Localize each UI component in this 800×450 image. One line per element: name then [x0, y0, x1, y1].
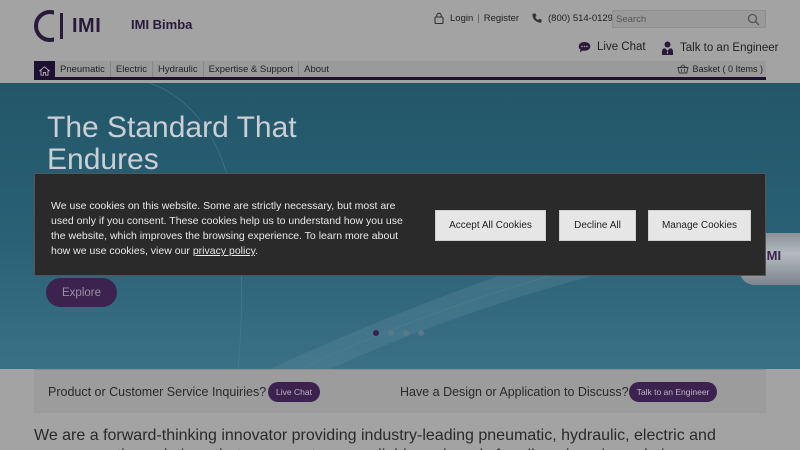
nav-item-expertise-support[interactable]: Expertise & Support [204, 61, 300, 77]
engineer-icon [662, 41, 673, 55]
carousel-dot-2[interactable] [388, 330, 394, 336]
inquiries-band: Product or Customer Service Inquiries? L… [34, 369, 766, 413]
nav-item-pneumatic[interactable]: Pneumatic [55, 61, 111, 77]
engineer-label: Talk to an Engineer [680, 42, 779, 54]
search-box [612, 10, 766, 28]
divider: | [477, 12, 480, 24]
carousel-dot-4[interactable] [418, 330, 424, 336]
nav-item-hydraulic[interactable]: Hydraulic [153, 61, 204, 77]
cookie-message: We use cookies on this website. Some are… [51, 199, 403, 259]
chat-icon [578, 42, 591, 53]
talk-to-engineer-button[interactable]: Talk to an Engineer [629, 382, 717, 402]
nav-item-about[interactable]: About [299, 61, 334, 77]
product-inquiries-text: Product or Customer Service Inquiries? [48, 385, 267, 399]
account-links: Login | Register [433, 12, 519, 24]
live-chat-label: Live Chat [597, 41, 646, 53]
carousel-dot-1[interactable] [373, 330, 379, 336]
search-input[interactable] [613, 13, 743, 25]
cookie-message-end: . [255, 245, 258, 257]
phone-link[interactable]: (800) 514-0129 [531, 12, 613, 24]
talk-to-engineer-link[interactable]: Talk to an Engineer [661, 41, 778, 55]
nav-item-electric[interactable]: Electric [111, 61, 154, 77]
privacy-policy-link[interactable]: privacy policy [193, 245, 255, 257]
design-discuss-text: Have a Design or Application to Discuss? [400, 385, 629, 399]
hero-title: The Standard That Endures [47, 111, 297, 176]
phone-icon [532, 13, 542, 23]
register-link[interactable]: Register [484, 13, 519, 24]
phone-number: (800) 514-0129 [548, 12, 613, 24]
brand-name: IMI Bimba [131, 17, 193, 32]
decline-all-button[interactable]: Decline All [559, 210, 636, 241]
cookie-banner: We use cookies on this website. Some are… [34, 173, 766, 276]
basket-link[interactable]: Basket ( 0 Items ) [677, 61, 766, 77]
home-button[interactable] [34, 61, 55, 80]
main-nav: Pneumatic Electric Hydraulic Expertise &… [34, 61, 766, 80]
home-icon [39, 65, 50, 76]
lock-icon [434, 12, 444, 24]
carousel-dots [373, 330, 424, 336]
manage-cookies-button[interactable]: Manage Cookies [648, 210, 751, 241]
basket-icon [677, 64, 690, 74]
explore-button[interactable]: Explore [46, 278, 117, 307]
carousel-dot-3[interactable] [403, 330, 409, 336]
search-icon[interactable] [747, 13, 760, 26]
imi-logo[interactable]: IMI [34, 10, 101, 42]
page: IMI IMI Bimba Login | Register (800) 514… [0, 0, 800, 450]
basket-label: Basket ( 0 Items ) [692, 64, 763, 74]
logo-mark-icon [34, 10, 68, 42]
live-chat-link[interactable]: Live Chat [578, 41, 646, 53]
accept-all-cookies-button[interactable]: Accept All Cookies [435, 210, 546, 241]
live-chat-button[interactable]: Live Chat [268, 382, 320, 402]
logo-text: IMI [72, 14, 102, 37]
intro-paragraph: We are a forward-thinking innovator prov… [34, 427, 716, 450]
login-link[interactable]: Login [450, 13, 473, 24]
